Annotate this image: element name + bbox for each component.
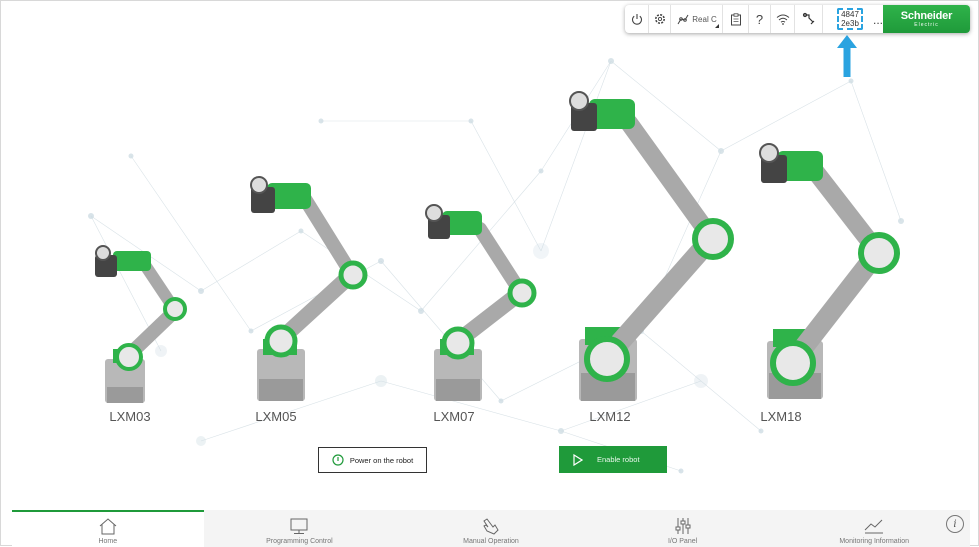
robot-lxm18-image[interactable] xyxy=(755,141,905,401)
brand-sub: Electric xyxy=(914,21,939,28)
nav-programming-control[interactable]: Programming Control xyxy=(204,510,396,547)
nav-manual-operation[interactable]: Manual Operation xyxy=(395,510,587,547)
power-icon[interactable] xyxy=(625,5,649,33)
schneider-electric-logo: Schneider Electric xyxy=(883,5,970,33)
nav-label: Programming Control xyxy=(266,538,333,545)
controller-id-line2: 2e3b xyxy=(841,19,859,28)
nav-label: I/O Panel xyxy=(667,538,698,545)
robot-mode-label: Real C xyxy=(692,14,717,24)
home-icon xyxy=(98,516,118,536)
robot-lxm12-image[interactable] xyxy=(565,89,745,401)
clipboard-icon[interactable] xyxy=(723,5,749,33)
nav-monitoring-information[interactable]: Monitoring Information xyxy=(778,510,970,547)
robot-mode-icon xyxy=(677,14,689,25)
settings-gear-icon[interactable] xyxy=(649,5,671,33)
brand-name: Schneider xyxy=(900,9,953,22)
nav-label: Home xyxy=(98,538,118,545)
wifi-icon[interactable] xyxy=(771,5,795,33)
callout-arrow-icon xyxy=(837,35,857,77)
bottom-navigation: Home Programming Control Manual Operatio… xyxy=(12,510,970,547)
enable-robot-label: Enable robot xyxy=(597,455,640,464)
controller-id-line1: 4847 xyxy=(841,10,859,19)
sliders-icon xyxy=(673,516,693,536)
robot-lxm05-image[interactable] xyxy=(245,169,375,401)
tool-icon[interactable] xyxy=(795,5,823,33)
robot-label: LXM03 xyxy=(109,409,151,424)
nav-label: Manual Operation xyxy=(463,538,519,545)
info-icon[interactable]: i xyxy=(946,515,964,533)
nav-label: Monitoring Information xyxy=(839,538,909,545)
hand-pointer-icon xyxy=(481,516,501,536)
robot-label: LXM07 xyxy=(433,409,475,424)
robot-label: LXM05 xyxy=(255,409,297,424)
power-circle-icon xyxy=(332,454,344,466)
nav-io-panel[interactable]: I/O Panel xyxy=(587,510,779,547)
monitor-icon xyxy=(289,516,309,536)
controller-id-indicator[interactable]: 4847 2e3b xyxy=(837,8,863,30)
help-icon[interactable]: ? xyxy=(749,5,771,33)
power-on-label: Power on the robot xyxy=(349,455,414,465)
power-on-robot-button[interactable]: Power on the robot xyxy=(318,447,427,473)
robot-lxm07-image[interactable] xyxy=(422,199,547,401)
trend-chart-icon xyxy=(863,516,885,536)
robot-label: LXM12 xyxy=(589,409,631,424)
play-icon xyxy=(573,453,583,466)
enable-robot-button[interactable]: Enable robot xyxy=(559,446,667,473)
robot-label: LXM18 xyxy=(760,409,802,424)
app-frame: LXM03 LXM05 LXM07 LXM12 LXM18 Power on t… xyxy=(0,0,979,547)
robot-mode-button[interactable]: Real C xyxy=(671,5,723,33)
nav-home[interactable]: Home xyxy=(12,510,204,547)
robot-lxm03-image[interactable] xyxy=(89,237,199,407)
